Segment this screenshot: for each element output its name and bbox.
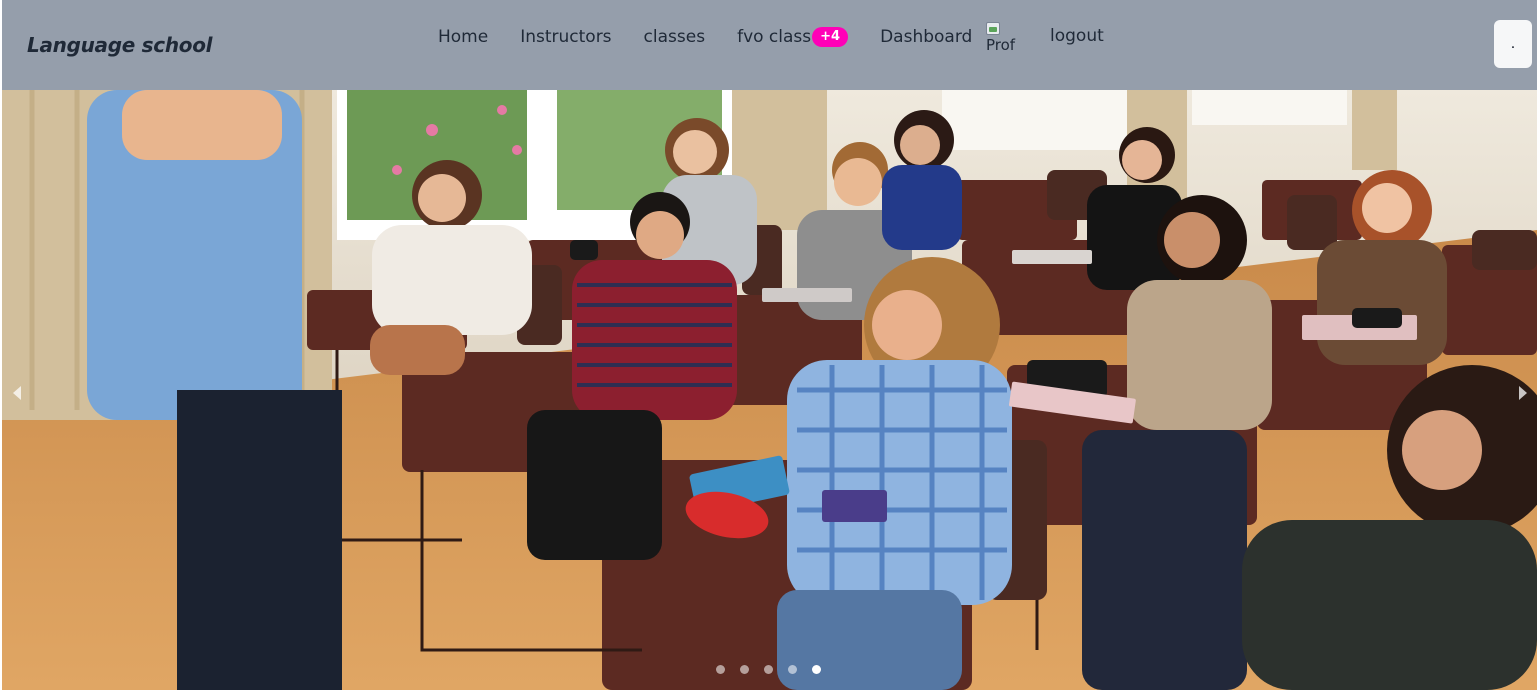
broken-image-icon: [986, 22, 1000, 35]
nav-classes[interactable]: classes: [644, 27, 706, 47]
nav-logout[interactable]: logout: [1050, 26, 1104, 46]
carousel-indicator[interactable]: [788, 665, 797, 674]
carousel-indicator[interactable]: [716, 665, 725, 674]
profile-alt-text: Prof: [986, 36, 1016, 54]
nav-dashboard[interactable]: Dashboard: [880, 27, 972, 47]
navbar: Language school Home Instructors classes…: [2, 0, 1537, 90]
carousel-next-button[interactable]: [1516, 385, 1530, 401]
chevron-right-icon: [1519, 386, 1527, 400]
nav-fvo-class-label: fvo class: [737, 27, 812, 47]
carousel: [2, 90, 1537, 690]
nav-home[interactable]: Home: [438, 27, 488, 47]
nav-instructors[interactable]: Instructors: [520, 27, 611, 47]
nav-links: Home Instructors classes fvo class +4 Das…: [438, 25, 972, 49]
carousel-indicator-active[interactable]: [812, 665, 821, 674]
carousel-prev-button[interactable]: [10, 385, 24, 401]
carousel-indicator[interactable]: [740, 665, 749, 674]
profile-avatar[interactable]: Prof: [986, 22, 1020, 64]
menu-button[interactable]: .: [1494, 20, 1532, 68]
brand-logo[interactable]: Language school: [27, 33, 213, 57]
chevron-left-icon: [13, 386, 21, 400]
classroom-photo: [2, 90, 1537, 690]
nav-fvo-class[interactable]: fvo class +4: [737, 27, 849, 47]
carousel-indicators: [716, 665, 821, 674]
carousel-indicator[interactable]: [764, 665, 773, 674]
notification-badge: +4: [812, 27, 849, 47]
